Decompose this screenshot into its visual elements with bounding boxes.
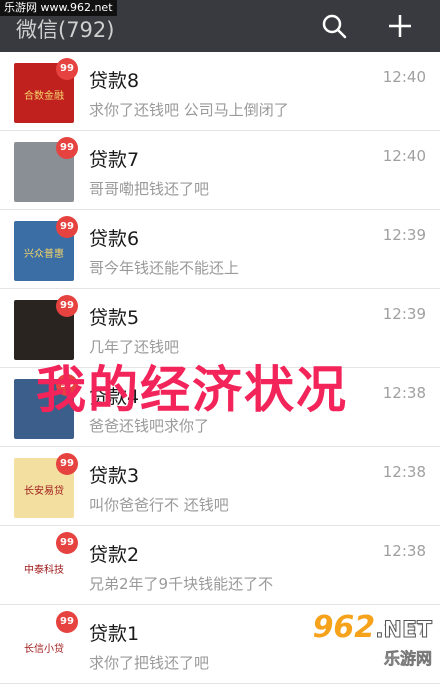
- chat-time: 12:40: [382, 147, 426, 165]
- chat-time: 12:39: [382, 226, 426, 244]
- chat-preview: 求你了还钱吧 公司马上倒闭了: [89, 101, 289, 119]
- chat-name: 贷款2: [89, 544, 140, 566]
- chat-name: 贷款8: [89, 70, 140, 92]
- unread-badge: 99: [56, 295, 78, 317]
- avatar-label: 兴众普惠: [24, 247, 64, 260]
- watermark-net: .NET: [375, 618, 433, 644]
- avatar-label: 中泰科技: [24, 563, 64, 576]
- chat-time: 12:40: [382, 68, 426, 86]
- add-icon[interactable]: [386, 12, 414, 40]
- chat-row[interactable]: 合数金融 99 贷款8 求你了还钱吧 公司马上倒闭了 12:40: [0, 52, 440, 131]
- chat-name: 贷款3: [89, 465, 140, 487]
- avatar-label: 长信小贷: [24, 642, 64, 655]
- chat-preview: 哥哥嘞把钱还了吧: [89, 180, 210, 198]
- unread-badge: 99: [56, 453, 78, 475]
- search-icon[interactable]: [320, 12, 348, 40]
- chat-time: 12:39: [382, 305, 426, 323]
- watermark-top: 乐游网 www.962.net: [0, 0, 117, 16]
- chat-preview: 兄弟2年了9千块钱能还了不: [89, 575, 274, 593]
- chat-row[interactable]: 兴众普惠 99 贷款6 哥今年钱还能不能还上 12:39: [0, 210, 440, 289]
- unread-badge: 99: [56, 58, 78, 80]
- chat-name: 贷款5: [89, 307, 140, 329]
- chat-preview: 叫你爸爸行不 还钱吧: [89, 496, 229, 514]
- unread-badge: 99: [56, 532, 78, 554]
- avatar-label: 合数金融: [24, 89, 64, 102]
- chat-name: 贷款1: [89, 623, 140, 645]
- unread-badge: 99: [56, 611, 78, 633]
- overlay-caption: 我的经济状况: [36, 361, 348, 419]
- chat-row[interactable]: 99 贷款7 哥哥嘞把钱还了吧 12:40: [0, 131, 440, 210]
- unread-badge: 99: [56, 216, 78, 238]
- chat-row[interactable]: 中泰科技 99 贷款2 兄弟2年了9千块钱能还了不 12:38: [0, 526, 440, 605]
- watermark-brand: 962: [312, 610, 376, 645]
- watermark-bottom: 962.NET 乐游网: [312, 610, 433, 669]
- chat-row[interactable]: 长安易贷 99 贷款3 叫你爸爸行不 还钱吧 12:38: [0, 447, 440, 526]
- unread-badge: 99: [56, 137, 78, 159]
- chat-preview: 哥今年钱还能不能还上: [89, 259, 240, 277]
- avatar-label: 长安易贷: [24, 484, 64, 497]
- chat-name: 贷款7: [89, 149, 140, 171]
- watermark-sub: 乐游网: [383, 649, 433, 669]
- page-title: 微信(792): [16, 18, 115, 42]
- chat-time: 12:38: [382, 384, 426, 402]
- chat-time: 12:38: [382, 542, 426, 560]
- chat-preview: 求你了把钱还了吧: [89, 654, 210, 672]
- chat-name: 贷款6: [89, 228, 140, 250]
- chat-time: 12:38: [382, 463, 426, 481]
